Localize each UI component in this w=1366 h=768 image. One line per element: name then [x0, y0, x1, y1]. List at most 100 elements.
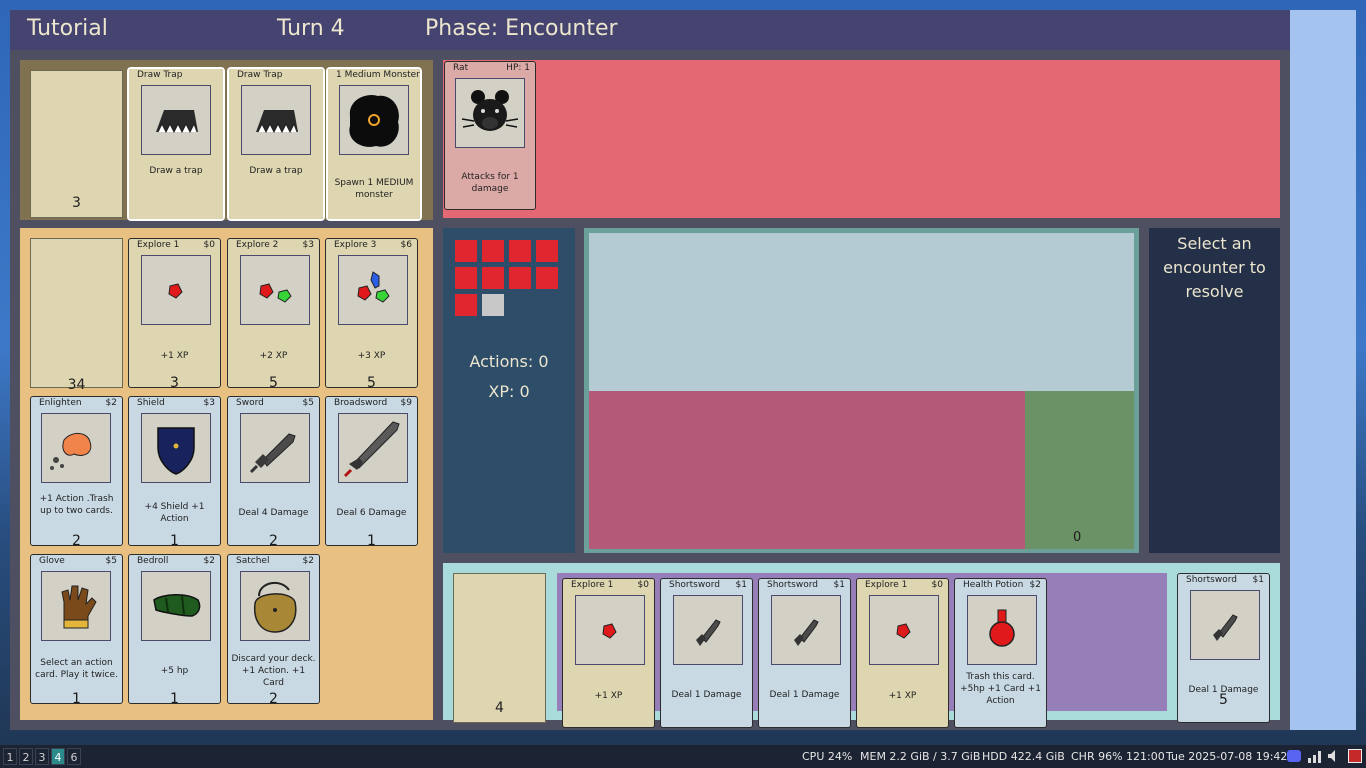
- monster-hp: HP: 1: [506, 63, 530, 73]
- card-title: Explore 2: [236, 240, 279, 250]
- cpu-stat: CPU 24%: [802, 750, 853, 763]
- trap-icon: [241, 85, 311, 155]
- red-gem-icon: [869, 595, 939, 665]
- hp-square-filled: [455, 294, 477, 316]
- market-card[interactable]: Broadsword $9 Deal 6 Damage 1: [325, 396, 418, 549]
- prompt-text: Select an encounter to resolve: [1163, 234, 1266, 301]
- card-cost: $5: [302, 398, 314, 408]
- status-panel: Actions: 0 XP: 0: [443, 228, 575, 553]
- card-title: Shortsword: [767, 580, 818, 590]
- market-card[interactable]: Glove $5 Select an action card. Play it …: [30, 554, 123, 707]
- shortsword-icon: [771, 595, 841, 665]
- mem-stat: MEM 2.2 GiB / 3.7 GiB: [860, 750, 981, 763]
- card-title: Shortsword: [1186, 575, 1237, 585]
- card-title: Explore 1: [865, 580, 908, 590]
- potion-icon: [967, 595, 1037, 665]
- workspace-4[interactable]: 4: [51, 748, 65, 765]
- workspace-6[interactable]: 6: [67, 748, 81, 765]
- card-desc: +2 XP: [259, 351, 288, 361]
- workspace-3[interactable]: 3: [35, 748, 49, 765]
- encounter-card[interactable]: Draw Trap Draw a trap: [127, 67, 225, 221]
- market-card[interactable]: Sword $5 Deal 4 Damage 2: [227, 396, 320, 549]
- card-title: Enlighten: [39, 398, 82, 408]
- workspace-2[interactable]: 2: [19, 748, 33, 765]
- hand-card[interactable]: Shortsword $1 Deal 1 Damage: [660, 578, 753, 728]
- card-desc: Deal 4 Damage: [238, 508, 309, 518]
- monster-area: [443, 60, 1280, 218]
- network-icon[interactable]: [1307, 749, 1323, 763]
- hand-card[interactable]: Explore 1 $0 +1 XP: [856, 578, 949, 728]
- card-title: Explore 1: [571, 580, 614, 590]
- clock: Tue 2025-07-08 19:42: [1166, 750, 1288, 763]
- hp-square-filled: [536, 240, 558, 262]
- market-card[interactable]: Explore 3 $6 +3 XP 5: [325, 238, 418, 391]
- card-desc: +1 Action .Trash up to two cards.: [39, 494, 114, 516]
- two-gems-icon: [240, 255, 310, 325]
- market-deck[interactable]: 34: [30, 238, 123, 393]
- card-cost: $2: [1029, 580, 1041, 590]
- market-deck-count: 34: [67, 377, 86, 393]
- taskbar: 1 2 3 4 6 CPU 24% MEM 2.2 GiB / 3.7 GiB …: [0, 745, 1366, 768]
- card-desc: Deal 1 Damage: [769, 690, 840, 700]
- rat-icon: [455, 78, 525, 148]
- hp-square-filled: [482, 240, 504, 262]
- market-card[interactable]: Satchel $2 Discard your deck. +1 Action.…: [227, 554, 320, 707]
- encounter-deck[interactable]: 3: [30, 70, 123, 218]
- workspace-1[interactable]: 1: [3, 748, 17, 765]
- draw-pile[interactable]: 4: [453, 573, 546, 723]
- hp-square-filled: [509, 267, 531, 289]
- hand-card[interactable]: Explore 1 $0 +1 XP: [562, 578, 655, 728]
- card-cost: $3: [302, 240, 314, 250]
- card-title: Sword: [236, 398, 264, 408]
- phase-label: Phase: Encounter: [425, 16, 618, 41]
- market-card[interactable]: Explore 2 $3 +2 XP 5: [227, 238, 320, 391]
- market-card[interactable]: Enlighten $2 +1 Action .Trash up to two …: [30, 396, 123, 549]
- glove-icon: [41, 571, 111, 641]
- card-cost: $2: [105, 398, 117, 408]
- card-count: 2: [72, 533, 81, 549]
- chat-tray-icon[interactable]: [1287, 750, 1301, 762]
- red-gem-icon: [575, 595, 645, 665]
- board-zone-left[interactable]: [589, 391, 1025, 549]
- market-card[interactable]: Explore 1 $0 +1 XP 3: [128, 238, 221, 391]
- card-title: 1 Medium Monster: [336, 70, 420, 80]
- volume-icon[interactable]: [1327, 749, 1341, 763]
- card-title: Satchel: [236, 556, 270, 566]
- hp-square-filled: [536, 267, 558, 289]
- card-title: Draw Trap: [237, 70, 283, 80]
- card-title: Shortsword: [669, 580, 720, 590]
- card-desc: +5 hp: [160, 666, 189, 676]
- chr-stat: CHR 96% 121:00: [1071, 750, 1165, 763]
- card-desc: +3 XP: [357, 351, 386, 361]
- card-cost: $1: [833, 580, 845, 590]
- card-title: Health Potion: [963, 580, 1024, 590]
- hp-square-filled: [455, 240, 477, 262]
- card-cost: $2: [203, 556, 215, 566]
- card-desc: Deal 1 Damage: [671, 690, 742, 700]
- encounter-card[interactable]: Draw Trap Draw a trap: [227, 67, 325, 221]
- card-title: Draw Trap: [137, 70, 183, 80]
- discard-pile[interactable]: Shortsword $1 Deal 1 Damage 5: [1177, 573, 1270, 723]
- game-title: Tutorial: [27, 16, 108, 41]
- card-desc: Trash this card. +5hp +1 Card +1 Action: [960, 672, 1041, 706]
- monster-card[interactable]: Rat HP: 1 Attacks for 1 damage: [444, 61, 536, 210]
- hand-card[interactable]: Health Potion $2 Trash this card. +5hp +…: [954, 578, 1047, 728]
- card-cost: $0: [637, 580, 649, 590]
- card-title: Broadsword: [334, 398, 388, 408]
- desktop-strip: [1290, 10, 1356, 730]
- card-desc: +4 Shield +1 Action: [144, 502, 205, 524]
- market-card[interactable]: Bedroll $2 +5 hp 1: [128, 554, 221, 707]
- prompt-panel: Select an encounter to resolve: [1149, 228, 1280, 553]
- card-title: Bedroll: [137, 556, 169, 566]
- xp-label: XP: 0: [488, 382, 530, 401]
- market-card[interactable]: Shield $3 +4 Shield +1 Action 1: [128, 396, 221, 549]
- card-count: 5: [367, 375, 376, 391]
- power-icon[interactable]: [1348, 749, 1362, 763]
- card-count: 1: [72, 691, 81, 707]
- board-zone-right[interactable]: 0: [1025, 391, 1134, 549]
- discard-count: 5: [1219, 692, 1228, 708]
- card-cost: $5: [105, 556, 117, 566]
- sword-icon: [240, 413, 310, 483]
- encounter-card[interactable]: 1 Medium Monster Spawn 1 MEDIUM monster: [326, 67, 422, 221]
- hand-card[interactable]: Shortsword $1 Deal 1 Damage: [758, 578, 851, 728]
